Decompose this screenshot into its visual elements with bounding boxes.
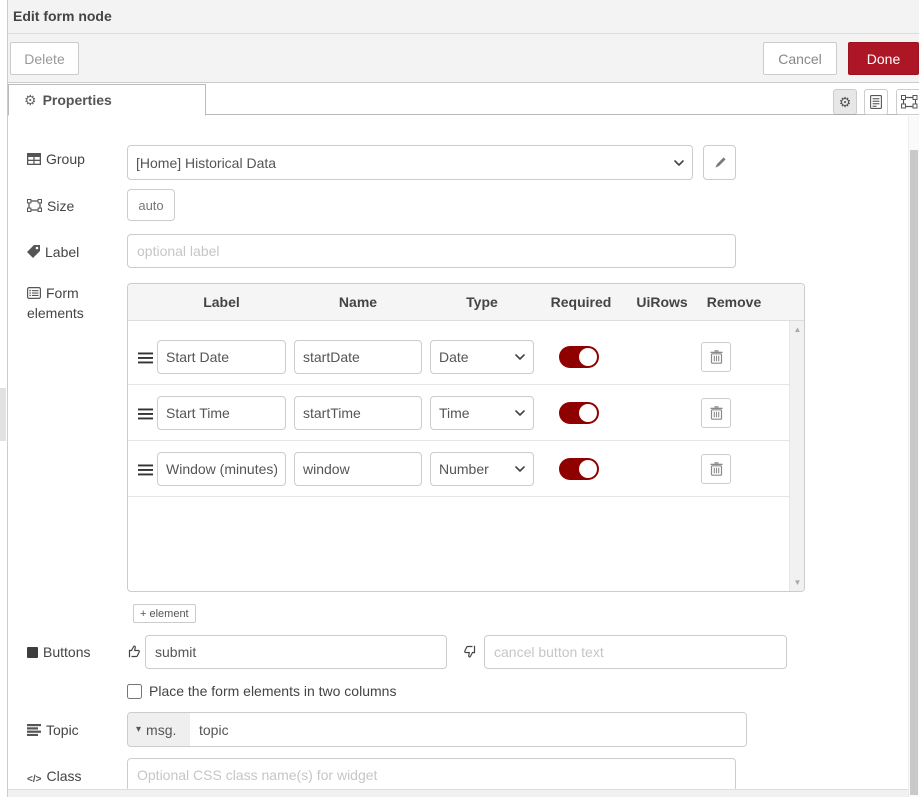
description-view-button[interactable] xyxy=(864,89,888,115)
group-field-label: Group xyxy=(27,150,113,170)
topic-field-label: Topic xyxy=(27,721,113,741)
tag-icon xyxy=(27,244,40,263)
trash-icon xyxy=(710,462,723,476)
form-element-row: Time xyxy=(128,385,804,441)
tab-properties[interactable]: ⚙ Properties xyxy=(8,84,206,116)
group-select-control[interactable]: [Home] Historical Data xyxy=(127,145,693,180)
appearance-view-button[interactable] xyxy=(896,89,919,115)
pencil-icon xyxy=(713,156,727,170)
column-header-label: Label xyxy=(157,284,286,321)
topic-typed-input: ▾ msg. xyxy=(127,712,747,747)
topic-value-input[interactable] xyxy=(190,713,746,746)
element-type-select: Number xyxy=(430,452,534,486)
element-type-select-control[interactable]: Date xyxy=(430,340,534,374)
size-auto-button[interactable]: auto xyxy=(127,189,175,221)
drag-handle-icon[interactable] xyxy=(138,351,153,367)
properties-view-button[interactable]: ⚙ xyxy=(833,89,857,115)
toggle-knob xyxy=(579,404,597,422)
drag-handle-icon[interactable] xyxy=(138,407,153,423)
tasks-icon xyxy=(27,722,41,741)
dialog-header: Edit form node xyxy=(8,0,919,34)
column-header-type: Type xyxy=(430,284,534,321)
code-icon: </> xyxy=(27,770,41,789)
form-elements-table: Label Name Type Required UiRows Remove D… xyxy=(127,283,805,592)
element-name-input[interactable] xyxy=(294,452,422,486)
buttons-field-label: Buttons xyxy=(27,643,113,663)
element-type-select-control[interactable]: Time xyxy=(430,396,534,430)
drag-handle-icon[interactable] xyxy=(138,463,153,479)
element-label-input[interactable] xyxy=(157,340,286,374)
object-group-icon xyxy=(27,198,42,217)
gear-icon: ⚙ xyxy=(24,92,37,108)
thumbs-down-icon xyxy=(463,644,478,662)
form-element-row: Number xyxy=(128,441,804,497)
done-button[interactable]: Done xyxy=(848,42,919,75)
topic-type-label: msg. xyxy=(146,722,176,738)
file-text-icon xyxy=(870,95,882,109)
css-class-input[interactable] xyxy=(127,758,736,792)
label-field-label: Label xyxy=(27,243,113,263)
required-toggle[interactable] xyxy=(559,402,599,424)
cancel-button[interactable]: Cancel xyxy=(763,42,837,75)
class-field-label: </>Class xyxy=(27,767,113,789)
thumbs-up-icon xyxy=(126,644,141,662)
gear-icon: ⚙ xyxy=(839,94,852,111)
workspace-scrollbar-fragment xyxy=(0,388,6,441)
scroll-up-arrow-icon[interactable]: ▲ xyxy=(790,325,804,334)
form-element-rows: Date Time Number xyxy=(128,329,804,497)
element-name-input[interactable] xyxy=(294,396,422,430)
form-elements-field-label: Form elements xyxy=(27,284,97,323)
remove-element-button[interactable] xyxy=(701,454,731,484)
dialog-toolbar: Delete Cancel Done xyxy=(8,34,919,83)
two-columns-checkbox[interactable] xyxy=(127,684,142,699)
element-type-select: Date xyxy=(430,340,534,374)
dialog-title: Edit form node xyxy=(13,8,112,24)
edit-form-node-dialog: Edit form node Delete Cancel Done ⚙ Prope… xyxy=(0,0,919,797)
table-scrollbar[interactable]: ▲ ▼ xyxy=(789,321,804,591)
trash-icon xyxy=(710,406,723,420)
form-element-row: Date xyxy=(128,329,804,385)
size-field-label: Size xyxy=(27,197,113,217)
required-toggle[interactable] xyxy=(559,346,599,368)
page-scrollbar[interactable] xyxy=(908,116,919,797)
dialog-left-edge xyxy=(7,0,8,797)
submit-button-text-input[interactable] xyxy=(145,635,447,669)
scroll-down-arrow-icon[interactable]: ▼ xyxy=(790,578,804,587)
element-name-input[interactable] xyxy=(294,340,422,374)
form-elements-table-header: Label Name Type Required UiRows Remove xyxy=(128,284,804,321)
two-columns-label: Place the form elements in two columns xyxy=(149,683,396,699)
square-icon xyxy=(27,644,38,663)
tab-bar: ⚙ Properties ⚙ xyxy=(8,84,919,115)
element-label-input[interactable] xyxy=(157,396,286,430)
caret-down-icon: ▾ xyxy=(136,724,141,735)
element-type-select: Time xyxy=(430,396,534,430)
group-select: [Home] Historical Data xyxy=(127,145,693,180)
add-element-button[interactable]: + element xyxy=(133,604,196,623)
table-icon xyxy=(27,151,41,170)
edit-group-button[interactable] xyxy=(703,145,736,180)
column-header-remove: Remove xyxy=(694,284,774,321)
column-header-required: Required xyxy=(541,284,621,321)
cancel-button-text-input[interactable] xyxy=(484,635,787,669)
element-type-select-control[interactable]: Number xyxy=(430,452,534,486)
label-input[interactable] xyxy=(127,234,736,268)
page-scrollbar-thumb[interactable] xyxy=(910,150,918,795)
column-header-name: Name xyxy=(294,284,422,321)
remove-element-button[interactable] xyxy=(701,342,731,372)
topic-type-selector[interactable]: ▾ msg. xyxy=(128,713,190,746)
element-label-input[interactable] xyxy=(157,452,286,486)
form-elements-table-body: Date Time Number xyxy=(128,321,804,591)
object-group-icon xyxy=(901,95,918,109)
trash-icon xyxy=(710,350,723,364)
toggle-knob xyxy=(579,460,597,478)
column-header-uirows: UiRows xyxy=(623,284,701,321)
tab-properties-label: Properties xyxy=(43,92,112,108)
delete-button[interactable]: Delete xyxy=(10,42,79,75)
toggle-knob xyxy=(579,348,597,366)
required-toggle[interactable] xyxy=(559,458,599,480)
dialog-footer-strip xyxy=(8,789,919,797)
list-alt-icon xyxy=(27,285,41,304)
remove-element-button[interactable] xyxy=(701,398,731,428)
